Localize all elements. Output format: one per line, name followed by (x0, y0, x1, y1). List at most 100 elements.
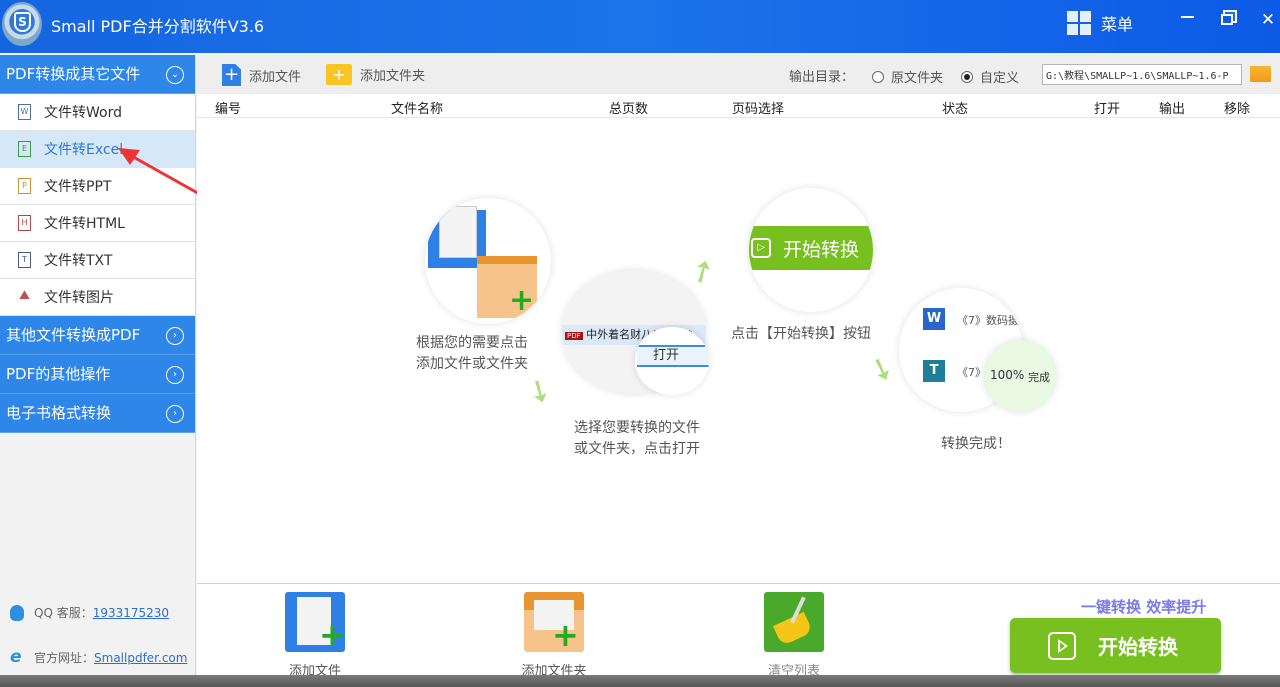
menu-button[interactable]: 菜单 (1067, 10, 1133, 36)
pdf-badge: PDF (565, 332, 583, 340)
chevron-down-icon: ⌄ (166, 66, 184, 84)
progress-status: 完成 (1028, 371, 1050, 384)
open-button-illustration: 打开 (637, 345, 709, 367)
add-file-icon: + (222, 64, 241, 86)
website-label: 官方网址： (34, 651, 95, 665)
sidebar-item-label: 文件转图片 (44, 290, 114, 306)
radio-label: 原文件夹 (891, 71, 944, 86)
bottom-add-file-button[interactable]: + 添加文件 (275, 592, 355, 679)
file-table: 编号 文件名称 总页数 页码选择 状态 打开 输出 移除 + 根据您的需要点击 … (197, 94, 1280, 583)
title-bar: S Small PDF合并分割软件V3.6 菜单 ✕ (0, 0, 1280, 53)
toolbar: + 添加文件 + 添加文件夹 输出目录： 原文件夹 自定义 (197, 55, 1280, 94)
sidebar-category-other-to-pdf[interactable]: 其他文件转换成PDF › (0, 316, 195, 355)
category-label: PDF转换成其它文件 (6, 65, 141, 83)
step1-line2: 添加文件或文件夹 (416, 356, 528, 372)
excel-file-icon: E (18, 141, 31, 157)
bottom-panel: + 添加文件 + 添加文件夹 清空列表 一键转换 效率提升 开始转换 (197, 583, 1280, 679)
add-file-label: 添加文件 (249, 69, 302, 85)
step2-line1: 选择您要转换的文件 (574, 420, 700, 436)
html-file-icon: H (18, 215, 31, 231)
os-taskbar (0, 675, 1280, 687)
category-label: 其他文件转换成PDF (6, 326, 141, 344)
grid-menu-icon (1067, 11, 1091, 35)
chevron-right-icon: › (166, 405, 184, 423)
website-link[interactable]: Smallpdfer.com (94, 651, 187, 665)
radio-original-folder[interactable]: 原文件夹 (872, 67, 943, 86)
word-file-icon: W (18, 104, 31, 120)
sidebar-item-to-image[interactable]: ⛰ 文件转图片 (0, 279, 195, 316)
restore-icon (1221, 14, 1233, 25)
step4-text: 转换完成！ (941, 436, 1011, 452)
col-status: 状态 (942, 102, 969, 117)
step4-progress-zoom: 100% 完成 (984, 340, 1056, 412)
chevron-right-icon: › (166, 327, 184, 345)
qq-number-link[interactable]: 1933175230 (93, 606, 169, 620)
add-folder-icon: + (326, 64, 352, 85)
step2-text: 选择您要转换的文件 或文件夹，点击打开 (574, 418, 700, 460)
step2-open-zoom: 打开 (635, 327, 709, 395)
close-button[interactable]: ✕ (1255, 8, 1280, 32)
txt-doc-icon: T (923, 360, 945, 382)
step1-illustration: + (425, 198, 551, 324)
sidebar-category-ebook[interactable]: 电子书格式转换 › (0, 394, 195, 433)
add-folder-button[interactable]: + 添加文件夹 (326, 64, 425, 85)
sidebar-item-to-word[interactable]: W 文件转Word (0, 94, 195, 131)
image-file-icon: ⛰ (19, 288, 30, 303)
progress-value: 100% (990, 368, 1025, 382)
step4-row2: 《7》 (957, 366, 986, 379)
restore-button[interactable] (1214, 8, 1240, 32)
sidebar-item-label: 文件转TXT (44, 253, 113, 269)
table-header: 编号 文件名称 总页数 页码选择 状态 打开 输出 移除 (197, 94, 1280, 118)
step1-line1: 根据您的需要点击 (416, 335, 528, 351)
website-contact: e 官方网址： Smallpdfer.com (10, 648, 187, 666)
arrow-icon: ➘ (519, 370, 560, 413)
play-icon (1048, 631, 1076, 660)
sidebar-item-to-txt[interactable]: T 文件转TXT (0, 242, 195, 279)
bottom-add-folder-button[interactable]: + 添加文件夹 (514, 592, 594, 679)
add-file-large-icon: + (285, 592, 346, 654)
output-path-input[interactable] (1042, 64, 1242, 85)
arrow-icon: ➘ (863, 348, 900, 391)
app-logo-icon: S (2, 2, 42, 46)
plus-icon: + (509, 283, 535, 318)
clear-list-button[interactable]: 清空列表 (754, 592, 834, 679)
col-page-select: 页码选择 (732, 102, 785, 117)
sidebar-category-pdf-other-ops[interactable]: PDF的其他操作 › (0, 355, 195, 394)
word-doc-icon: W (923, 308, 945, 330)
col-output: 输出 (1159, 102, 1186, 117)
step2-line2: 或文件夹，点击打开 (574, 441, 700, 457)
qq-icon (10, 604, 24, 621)
minimize-icon (1180, 16, 1194, 18)
arrow-icon: ➚ (682, 250, 723, 293)
radio-label: 自定义 (980, 71, 1020, 86)
add-file-button[interactable]: + 添加文件 (222, 64, 301, 86)
add-folder-label: 添加文件夹 (360, 69, 426, 84)
app-title: Small PDF合并分割软件V3.6 (51, 17, 265, 36)
sidebar-item-label: 文件转PPT (44, 179, 112, 195)
sidebar-category-pdf-to-other[interactable]: PDF转换成其它文件 ⌄ (0, 55, 195, 94)
logo-letter: S (14, 12, 31, 32)
slogan-text: 一键转换 效率提升 (1081, 598, 1207, 616)
sidebar-item-label: 文件转Word (44, 105, 122, 121)
step1-text: 根据您的需要点击 添加文件或文件夹 (416, 333, 528, 375)
category-label: PDF的其他操作 (6, 365, 111, 383)
category-label: 电子书格式转换 (6, 404, 112, 422)
minimize-button[interactable] (1174, 8, 1200, 32)
col-open: 打开 (1094, 102, 1121, 117)
radio-custom[interactable]: 自定义 (961, 67, 1019, 86)
start-convert-button[interactable]: 开始转换 (1010, 618, 1221, 673)
radio-circle-selected (961, 70, 973, 83)
output-dir-label: 输出目录： (789, 70, 855, 85)
col-file-name: 文件名称 (391, 102, 444, 117)
broom-icon (764, 592, 824, 652)
start-convert-label: 开始转换 (1098, 635, 1178, 659)
browse-folder-icon[interactable] (1250, 66, 1271, 82)
step4-row1: 《7》数码摄 (957, 314, 1019, 327)
menu-label: 菜单 (1101, 15, 1134, 34)
step3-illustration: ▷ 开始转换 (749, 188, 873, 312)
ppt-file-icon: P (18, 178, 31, 194)
step3-text: 点击【开始转换】按钮 (731, 326, 871, 342)
col-total-pages: 总页数 (609, 102, 649, 117)
radio-circle (872, 70, 884, 83)
qq-contact: QQ 客服： 1933175230 (10, 604, 169, 621)
